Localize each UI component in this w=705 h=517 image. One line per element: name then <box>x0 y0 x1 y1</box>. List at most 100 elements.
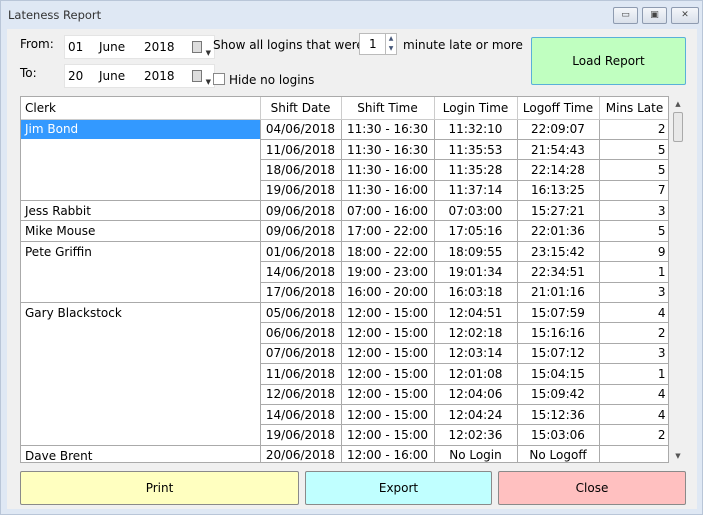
cell-shift-time[interactable]: 12:00 - 15:00 <box>341 404 435 426</box>
cell-login-time[interactable]: 11:35:53 <box>434 139 518 161</box>
table-row[interactable]: 17/06/2018 16:00 - 20:00 16:03:18 21:01:16 3 <box>21 282 668 304</box>
cell-login-time[interactable]: 12:04:51 <box>434 302 518 324</box>
cell-login-time[interactable]: 11:35:28 <box>434 159 518 181</box>
from-date-picker[interactable]: 01 June 2018 ▼ <box>64 35 215 59</box>
cell-clerk[interactable] <box>21 180 261 201</box>
cell-shift-time[interactable]: 12:00 - 15:00 <box>341 302 435 324</box>
cell-mins-late[interactable]: 4 <box>599 404 668 426</box>
cell-shift-date[interactable]: 05/06/2018 <box>260 302 342 324</box>
cell-shift-date[interactable]: 04/06/2018 <box>260 119 342 140</box>
cell-logoff-time[interactable]: 16:13:25 <box>517 180 600 202</box>
stepper-up-icon[interactable]: ▲ <box>385 34 396 44</box>
scrollbar-thumb[interactable] <box>673 112 683 142</box>
vertical-scrollbar[interactable]: ▲ ▼ <box>669 96 687 463</box>
cell-clerk[interactable] <box>21 404 261 425</box>
cell-clerk[interactable] <box>21 139 261 160</box>
cell-login-time[interactable]: 16:03:18 <box>434 282 518 304</box>
close-button[interactable]: Close <box>498 471 686 505</box>
cell-logoff-time[interactable]: 21:54:43 <box>517 139 600 161</box>
cell-clerk[interactable] <box>21 261 261 283</box>
cell-shift-time[interactable]: 17:00 - 22:00 <box>341 220 435 242</box>
cell-mins-late[interactable]: 1 <box>599 261 668 283</box>
cell-mins-late[interactable]: 5 <box>599 159 668 181</box>
cell-mins-late[interactable]: 5 <box>599 139 668 161</box>
cell-logoff-time[interactable]: 15:09:42 <box>517 384 600 405</box>
scroll-down-icon[interactable]: ▼ <box>669 452 687 460</box>
cell-logoff-time[interactable]: 22:34:51 <box>517 261 600 283</box>
cell-logoff-time[interactable]: 15:04:15 <box>517 363 600 385</box>
to-date-picker[interactable]: 20 June 2018 ▼ <box>64 64 215 88</box>
table-row[interactable]: 18/06/2018 11:30 - 16:00 11:35:28 22:14:28 5 <box>21 159 668 181</box>
maximize-button[interactable]: ▣ <box>642 7 667 24</box>
cell-shift-time[interactable]: 11:30 - 16:00 <box>341 180 435 202</box>
cell-shift-time[interactable]: 12:00 - 15:00 <box>341 343 435 365</box>
cell-clerk[interactable] <box>21 424 261 446</box>
cell-login-time[interactable]: 17:05:16 <box>434 220 518 242</box>
cell-login-time[interactable]: 12:01:08 <box>434 363 518 385</box>
cell-login-time[interactable]: 19:01:34 <box>434 261 518 283</box>
cell-mins-late[interactable]: 7 <box>599 180 668 202</box>
table-row[interactable]: 14/06/2018 19:00 - 23:00 19:01:34 22:34:51 1 <box>21 261 668 283</box>
cell-mins-late[interactable]: 3 <box>599 200 668 222</box>
cell-logoff-time[interactable]: 22:09:07 <box>517 119 600 140</box>
cell-shift-date[interactable]: 19/06/2018 <box>260 424 342 446</box>
cell-clerk[interactable] <box>21 159 261 181</box>
cell-mins-late[interactable]: 2 <box>599 424 668 446</box>
cell-logoff-time[interactable]: 22:01:36 <box>517 220 600 242</box>
cell-logoff-time[interactable]: 15:07:59 <box>517 302 600 324</box>
cell-shift-time[interactable]: 18:00 - 22:00 <box>341 241 435 263</box>
cell-mins-late[interactable]: 1 <box>599 363 668 385</box>
table-row[interactable]: 06/06/2018 12:00 - 15:00 12:02:18 15:16:16 2 <box>21 322 668 344</box>
cell-clerk[interactable] <box>21 343 261 364</box>
cell-shift-time[interactable]: 19:00 - 23:00 <box>341 261 435 283</box>
cell-clerk[interactable] <box>21 322 261 344</box>
cell-shift-date[interactable]: 18/06/2018 <box>260 159 342 181</box>
cell-clerk[interactable]: Gary Blackstock <box>21 302 261 323</box>
cell-clerk[interactable]: Dave Brent <box>21 444 261 462</box>
cell-clerk[interactable] <box>21 282 261 303</box>
column-header-mins-late[interactable]: Mins Late <box>599 97 668 120</box>
cell-logoff-time[interactable]: 22:14:28 <box>517 159 600 181</box>
close-window-button[interactable]: ✕ <box>671 7 699 24</box>
export-button[interactable]: Export <box>305 471 492 505</box>
calendar-icon[interactable]: ▼ <box>192 70 211 86</box>
column-header-logoff-time[interactable]: Logoff Time <box>517 97 600 120</box>
cell-shift-date[interactable]: 06/06/2018 <box>260 322 342 344</box>
cell-login-time[interactable]: 11:37:14 <box>434 180 518 202</box>
cell-shift-date[interactable]: 11/06/2018 <box>260 139 342 161</box>
cell-mins-late[interactable]: 3 <box>599 282 668 304</box>
cell-login-time[interactable]: 18:09:55 <box>434 241 518 263</box>
cell-shift-time[interactable]: 12:00 - 15:00 <box>341 363 435 385</box>
cell-logoff-time[interactable]: 15:03:06 <box>517 424 600 446</box>
cell-login-time[interactable]: 12:02:18 <box>434 322 518 344</box>
cell-mins-late[interactable]: 4 <box>599 302 668 324</box>
stepper-down-icon[interactable]: ▼ <box>385 44 396 54</box>
cell-shift-date[interactable]: 19/06/2018 <box>260 180 342 202</box>
table-row[interactable]: 07/06/2018 12:00 - 15:00 12:03:14 15:07:12 3 <box>21 343 668 365</box>
cell-mins-late[interactable]: 5 <box>599 220 668 242</box>
cell-login-time[interactable]: 12:03:14 <box>434 343 518 365</box>
cell-shift-time[interactable]: 12:00 - 15:00 <box>341 322 435 344</box>
cell-clerk[interactable] <box>21 363 261 385</box>
cell-shift-date[interactable]: 07/06/2018 <box>260 343 342 365</box>
cell-mins-late[interactable]: 9 <box>599 241 668 263</box>
table-row[interactable]: 12/06/2018 12:00 - 15:00 12:04:06 15:09:42 4 <box>21 384 668 405</box>
cell-clerk[interactable] <box>21 384 261 405</box>
column-header-shift-date[interactable]: Shift Date <box>260 97 342 120</box>
column-header-shift-time[interactable]: Shift Time <box>341 97 435 120</box>
cell-mins-late[interactable]: 4 <box>599 384 668 405</box>
table-row[interactable]: Jim Bond 04/06/2018 11:30 - 16:30 11:32:10 2… <box>21 119 668 140</box>
table-row[interactable]: Dave Brent 20/06/2018 12:00 - 16:00 No Logi… <box>21 444 668 462</box>
cell-clerk[interactable]: Pete Griffin <box>21 240 261 262</box>
cell-shift-date[interactable]: 14/06/2018 <box>260 404 342 426</box>
cell-shift-time[interactable]: 11:30 - 16:30 <box>341 119 435 140</box>
column-header-login-time[interactable]: Login Time <box>434 97 518 120</box>
cell-login-time[interactable]: 11:32:10 <box>434 119 518 140</box>
cell-logoff-time[interactable]: 15:12:36 <box>517 404 600 426</box>
cell-mins-late[interactable]: 3 <box>599 343 668 365</box>
cell-shift-date[interactable]: 12/06/2018 <box>260 384 342 405</box>
cell-clerk[interactable]: Jess Rabbit <box>21 200 261 221</box>
table-row[interactable]: 14/06/2018 12:00 - 15:00 12:04:24 15:12:36 4 <box>21 404 668 426</box>
cell-mins-late[interactable]: 2 <box>599 119 668 140</box>
column-header-clerk[interactable]: Clerk <box>21 97 261 120</box>
